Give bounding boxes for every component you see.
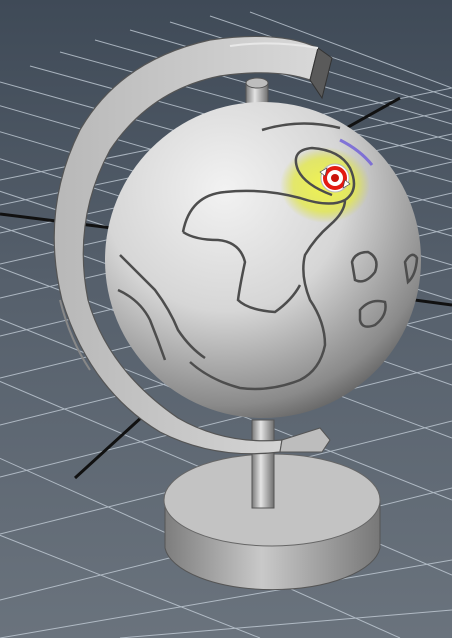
perspective-viewport[interactable] [0, 0, 452, 638]
globe-sphere[interactable] [105, 102, 421, 418]
globe-axle-bottom[interactable] [251, 419, 275, 509]
scene-canvas[interactable] [0, 0, 452, 638]
rotate-manipulator-icon[interactable] [319, 163, 351, 193]
